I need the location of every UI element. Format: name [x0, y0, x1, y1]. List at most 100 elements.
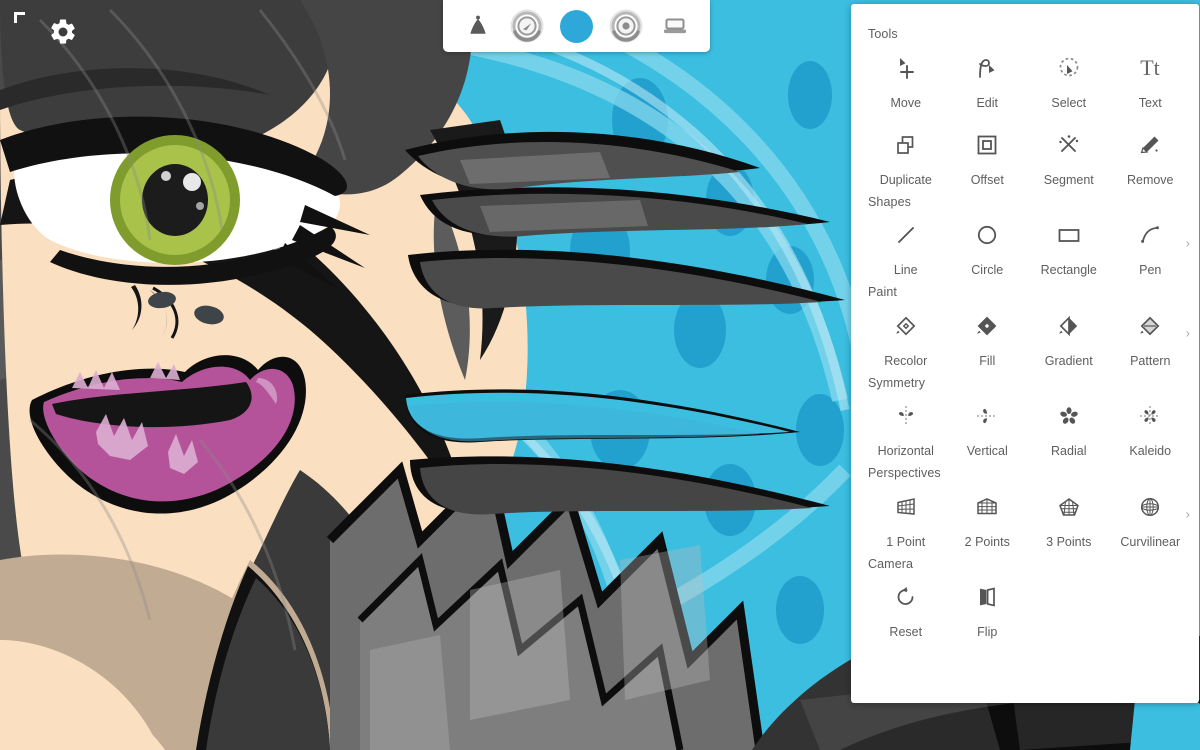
symmetry-grid-row: Horizontal Vertical Radial Kaleido: [851, 389, 1199, 458]
camera-flip[interactable]: Flip: [947, 570, 1029, 639]
tool-text[interactable]: Tt Text: [1110, 41, 1192, 110]
tool-label: Duplicate: [879, 172, 932, 187]
current-color-swatch[interactable]: [559, 9, 593, 43]
symmetry-vertical-icon: [970, 401, 1004, 431]
dial-size-icon[interactable]: [605, 5, 647, 47]
dial-opacity-icon[interactable]: [506, 5, 548, 47]
camera-label: Reset: [889, 625, 923, 639]
perspective-label: 2 Points: [964, 534, 1010, 549]
paint-pattern[interactable]: Pattern: [1110, 299, 1192, 368]
tool-segment[interactable]: Segment: [1028, 118, 1110, 187]
tool-label: Select: [1051, 95, 1087, 110]
symmetry-label: Horizontal: [877, 444, 934, 458]
pattern-bucket-icon: [1133, 311, 1167, 341]
symmetry-horizontal-icon: [889, 401, 923, 431]
shapes-expand-chevron-icon[interactable]: ›: [1181, 232, 1195, 253]
tool-label: Segment: [1043, 172, 1094, 187]
paint-fill[interactable]: Fill: [947, 299, 1029, 368]
tool-select[interactable]: Select: [1028, 41, 1110, 110]
tool-label: Text: [1138, 95, 1162, 110]
tool-move[interactable]: Move: [865, 41, 947, 110]
shapes-grid-row: Line Circle Rectangle Pen ›: [851, 208, 1199, 277]
symmetry-horizontal[interactable]: Horizontal: [865, 389, 947, 458]
paint-label: Gradient: [1044, 353, 1093, 368]
symmetry-label: Vertical: [966, 444, 1008, 458]
shape-label: Rectangle: [1040, 263, 1097, 277]
recolor-bucket-icon: [889, 311, 923, 341]
tool-label: Edit: [976, 95, 999, 110]
offset-icon: [970, 130, 1004, 160]
paint-recolor[interactable]: Recolor: [865, 299, 947, 368]
symmetry-kaleido-icon: [1133, 401, 1167, 431]
shape-line[interactable]: Line: [865, 208, 947, 277]
shape-label: Pen: [1139, 263, 1162, 277]
edit-node-icon: [970, 53, 1004, 83]
section-label-perspectives: Perspectives: [868, 466, 941, 480]
tool-duplicate[interactable]: Duplicate: [865, 118, 947, 187]
perspectives-expand-chevron-icon[interactable]: ›: [1181, 504, 1195, 525]
symmetry-kaleido[interactable]: Kaleido: [1110, 389, 1192, 458]
tool-edit[interactable]: Edit: [947, 41, 1029, 110]
app-root: Tools Move Edit Select Tt Text Duplicate…: [0, 0, 1200, 750]
paint-grid-row: Recolor Fill Gradient Pattern ›: [851, 299, 1199, 368]
symmetry-label: Radial: [1051, 444, 1087, 458]
symmetry-vertical[interactable]: Vertical: [947, 389, 1029, 458]
perspectives-grid-row: 1 Point 2 Points 3 Points Curvilinear ›: [851, 480, 1199, 549]
gradient-bucket-icon: [1052, 311, 1086, 341]
svg-text:Tt: Tt: [1140, 55, 1160, 80]
duplicate-icon: [889, 130, 923, 160]
paint-label: Fill: [979, 353, 996, 368]
perspective-1point[interactable]: 1 Point: [865, 480, 947, 549]
selection-corner-marker: [14, 12, 25, 23]
perspective-3points-icon: [1052, 492, 1086, 522]
tool-offset[interactable]: Offset: [947, 118, 1029, 187]
layers-icon[interactable]: [654, 5, 696, 47]
camera-grid-row: Reset Flip: [851, 570, 1199, 639]
color-swatch-button[interactable]: [555, 5, 597, 47]
tool-remove[interactable]: Remove: [1110, 118, 1192, 187]
brush-weight-icon[interactable]: [457, 5, 499, 47]
section-label-symmetry: Symmetry: [868, 375, 926, 390]
section-label-paint: Paint: [868, 285, 897, 299]
symmetry-label: Kaleido: [1129, 444, 1172, 458]
perspective-label: Curvilinear: [1120, 534, 1181, 549]
perspective-1point-icon: [889, 492, 923, 522]
text-icon: Tt: [1133, 53, 1167, 83]
circle-icon: [970, 220, 1004, 250]
shape-label: Circle: [971, 263, 1004, 277]
shape-rectangle[interactable]: Rectangle: [1028, 208, 1110, 277]
perspective-3points[interactable]: 3 Points: [1028, 480, 1110, 549]
perspective-2points-icon: [970, 492, 1004, 522]
pen-curve-icon: [1133, 220, 1167, 250]
perspective-curvilinear[interactable]: Curvilinear: [1110, 480, 1192, 549]
camera-spacer-1: [1028, 570, 1110, 639]
section-label-tools: Tools: [868, 27, 898, 41]
reset-rotate-icon: [889, 582, 923, 612]
perspective-curvilinear-icon: [1133, 492, 1167, 522]
tool-label: Offset: [970, 172, 1004, 187]
section-label-camera: Camera: [868, 556, 914, 571]
tools-grid-row-1: Move Edit Select Tt Text: [851, 41, 1199, 110]
paint-expand-chevron-icon[interactable]: ›: [1181, 323, 1195, 344]
paint-label: Pattern: [1130, 353, 1171, 368]
eraser-icon: [1133, 130, 1167, 160]
camera-reset[interactable]: Reset: [865, 570, 947, 639]
tool-label: Move: [890, 95, 922, 110]
line-icon: [889, 220, 923, 250]
paint-label: Recolor: [884, 353, 928, 368]
settings-gear-icon[interactable]: [48, 17, 78, 47]
segment-icon: [1052, 130, 1086, 160]
shape-label: Line: [893, 263, 918, 277]
tools-panel: Tools Move Edit Select Tt Text Duplicate…: [851, 4, 1199, 703]
symmetry-radial[interactable]: Radial: [1028, 389, 1110, 458]
section-label-shapes: Shapes: [868, 194, 911, 209]
rectangle-icon: [1052, 220, 1086, 250]
perspective-label: 1 Point: [886, 534, 926, 549]
paint-gradient[interactable]: Gradient: [1028, 299, 1110, 368]
tool-label: Remove: [1126, 172, 1174, 187]
shape-pen[interactable]: Pen: [1110, 208, 1192, 277]
flip-icon: [970, 582, 1004, 612]
shape-circle[interactable]: Circle: [947, 208, 1029, 277]
perspective-2points[interactable]: 2 Points: [947, 480, 1029, 549]
symmetry-radial-icon: [1052, 401, 1086, 431]
